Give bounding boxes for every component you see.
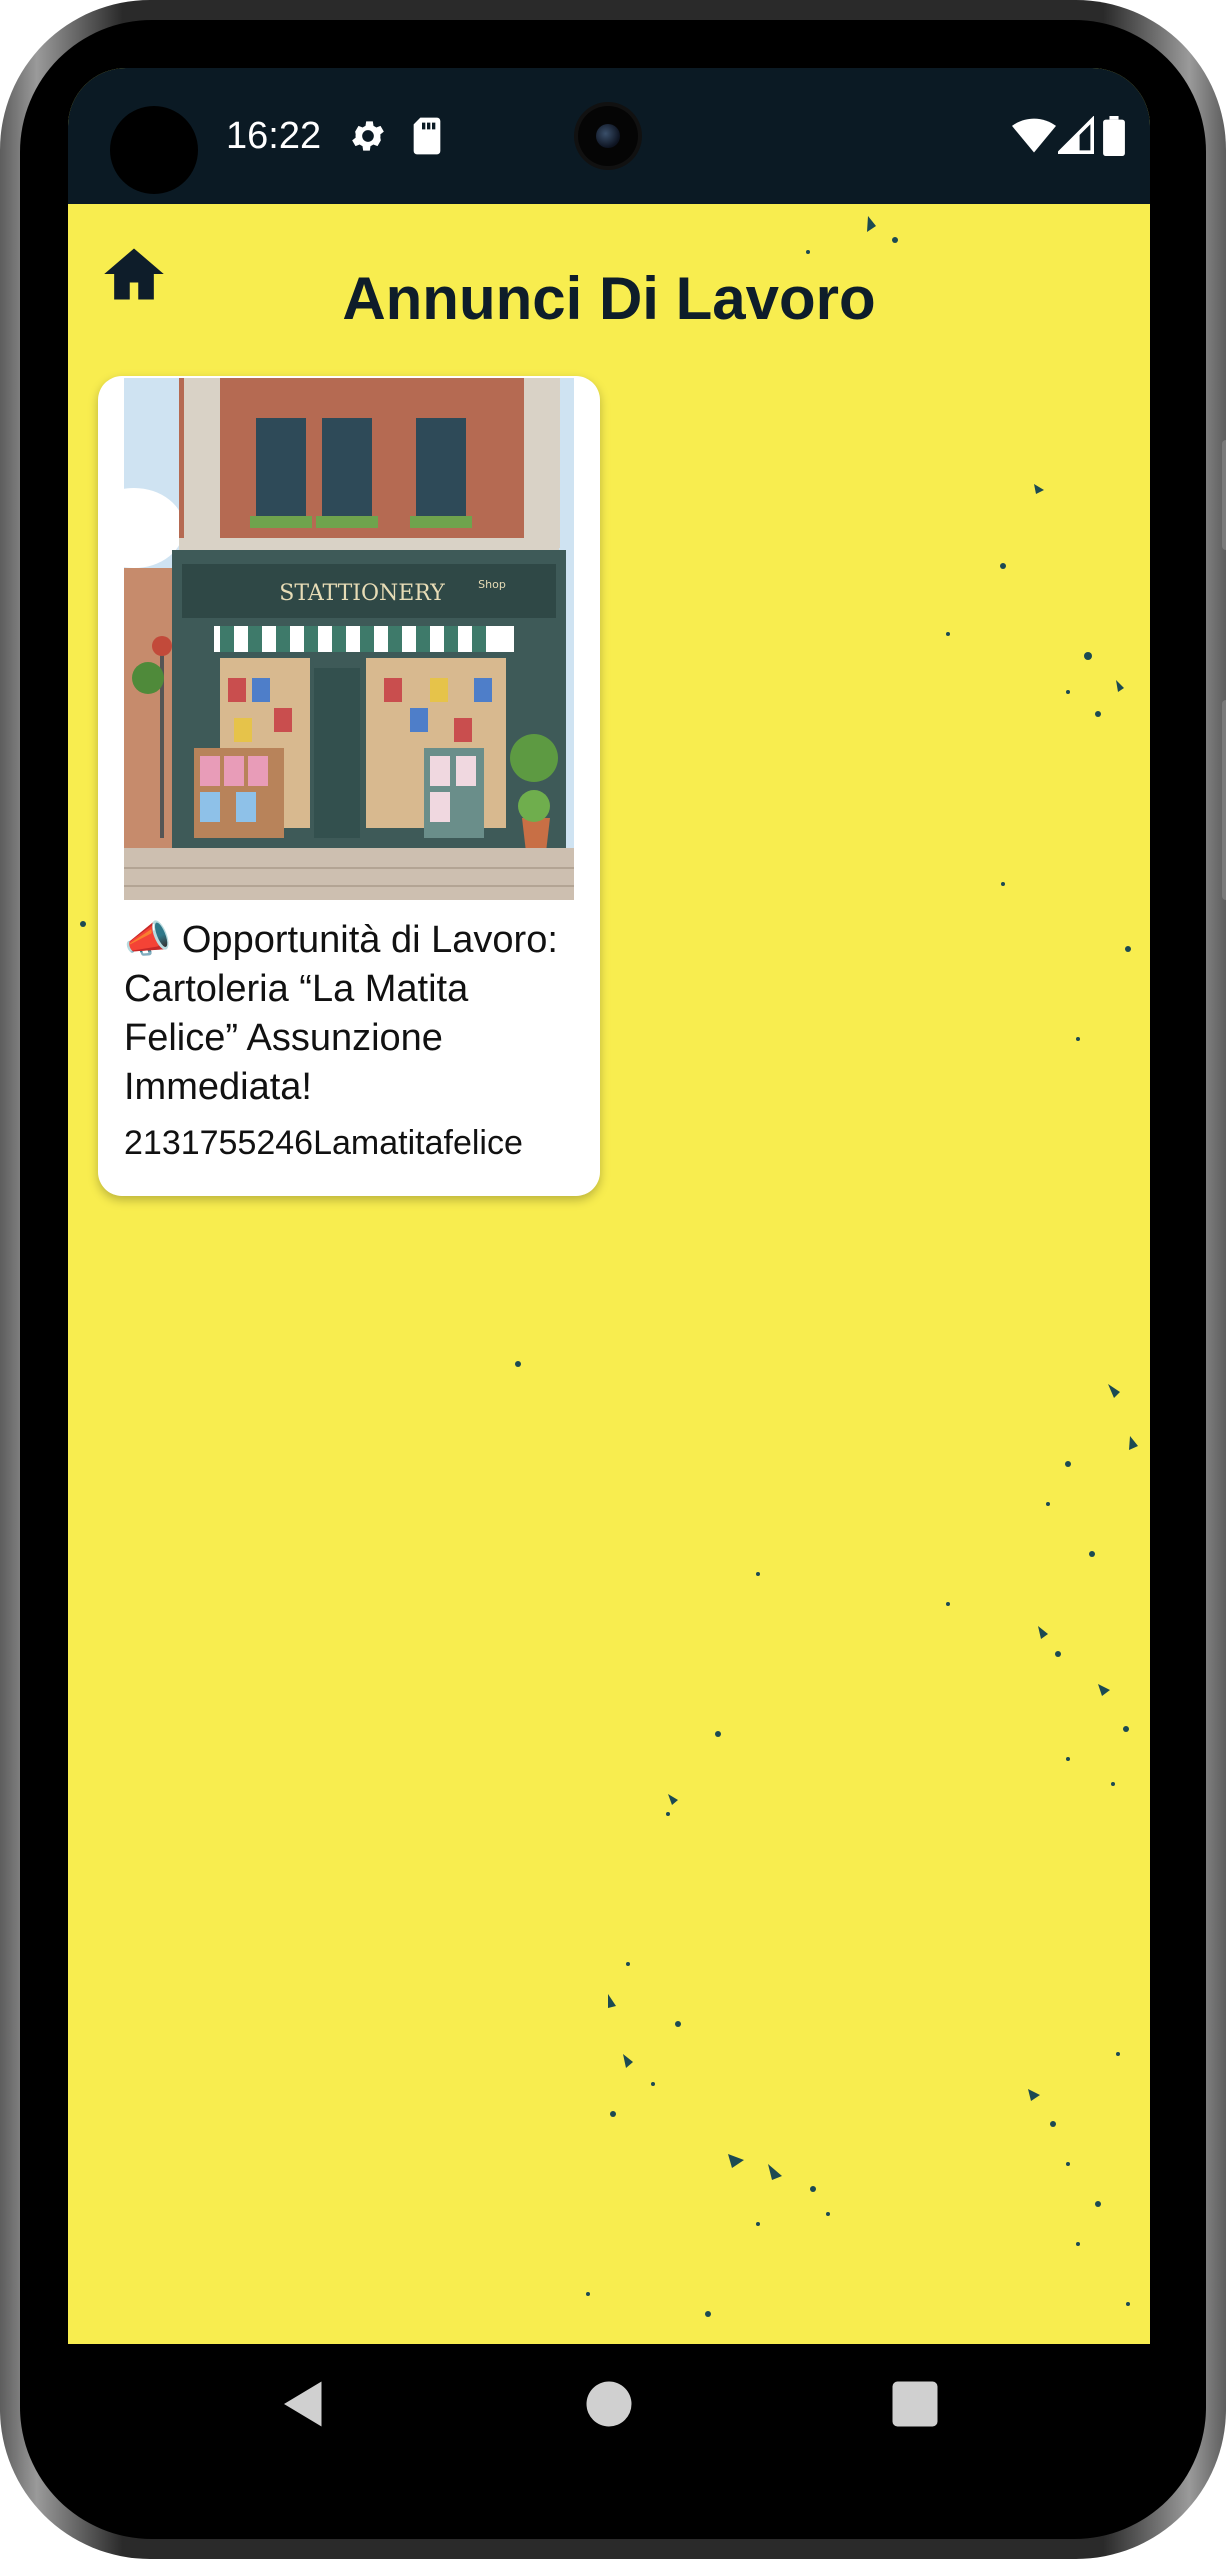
- status-time: 16:22: [226, 115, 322, 157]
- shop-sign-text: STATTIONERY: [279, 581, 445, 606]
- back-icon[interactable]: [274, 2374, 334, 2434]
- system-navigation-bar: [68, 2344, 1150, 2464]
- listing-image: STATTIONERY Shop: [124, 378, 574, 900]
- status-bar: 16:22: [68, 68, 1150, 204]
- listing-subtitle: 2131755246Lamatitafelice: [124, 1124, 523, 1162]
- sd-card-icon: [413, 117, 441, 155]
- app-content: Annunci Di Lavoro STATTIONERY Shop 📣 Opp…: [68, 204, 1150, 2344]
- shop-side-sign-text: Shop: [478, 578, 506, 591]
- battery-icon: [1103, 116, 1125, 156]
- page-title: Annunci Di Lavoro: [342, 265, 876, 332]
- home-nav-icon[interactable]: [579, 2374, 639, 2434]
- stationery-shop-illustration: STATTIONERY Shop: [124, 378, 574, 900]
- listing-title: 📣 Opportunità di Lavoro: Cartoleria “La …: [124, 919, 558, 1108]
- cellular-signal-icon: [1058, 116, 1094, 154]
- wifi-icon: [1012, 118, 1056, 153]
- volume-button: [1222, 440, 1226, 550]
- job-listing-card[interactable]: STATTIONERY Shop 📣 Opportunità di Lavoro…: [98, 376, 600, 1196]
- front-camera-cutout: [110, 106, 198, 194]
- recents-icon[interactable]: [885, 2374, 945, 2434]
- power-button: [1222, 700, 1226, 900]
- center-camera: [578, 106, 638, 166]
- settings-gear-icon: [352, 121, 384, 151]
- screen: 16:22 Annunci Di Lavoro STATTIONERY Shop…: [68, 68, 1150, 2344]
